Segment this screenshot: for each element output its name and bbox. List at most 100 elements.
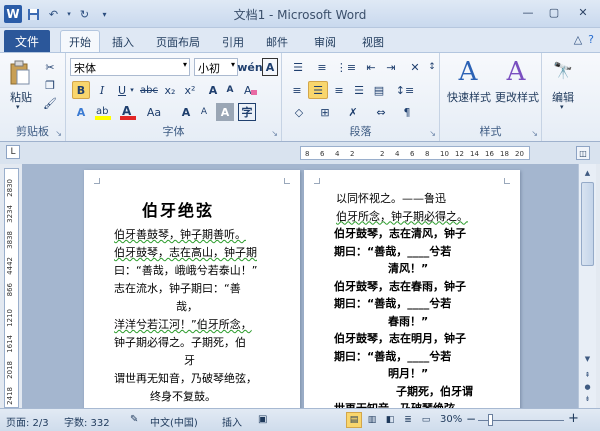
format-painter-icon[interactable]: 🖌 <box>42 95 58 111</box>
editing-dropdown-icon[interactable]: ▾ <box>560 103 564 111</box>
page1-line: 伯牙善鼓琴，钟子期善听。 <box>114 228 246 241</box>
vertical-ruler[interactable]: 2418 2018 1614 1210 866 4442 3838 3234 2830 <box>4 168 19 408</box>
font-size-dropdown-icon[interactable]: ▾ <box>231 60 235 69</box>
minimize-ribbon-icon[interactable]: △ <box>574 33 582 46</box>
tab-file[interactable]: 文件 <box>4 30 50 52</box>
styles-launcher-icon[interactable]: ↘ <box>531 129 538 138</box>
align-center-icon[interactable]: ☰ <box>308 81 328 99</box>
quick-styles-button[interactable]: 快速样式 <box>444 89 494 105</box>
paste-label[interactable]: 粘贴 <box>10 89 32 105</box>
paste-dropdown-icon[interactable]: ▾ <box>16 103 20 111</box>
page-count-status[interactable]: 页面: 2/3 <box>6 414 49 429</box>
scroll-thumb[interactable] <box>581 182 594 266</box>
ruler-row: L 8 6 4 2 2 4 6 8 10 12 14 16 18 20 ◫ <box>0 142 600 164</box>
close-button[interactable]: ✕ <box>570 3 596 21</box>
decrease-indent-icon[interactable]: ⇤ <box>362 58 380 76</box>
tab-page-layout[interactable]: 页面布局 <box>156 32 200 52</box>
zoom-slider-thumb[interactable] <box>487 414 493 426</box>
find-icon[interactable]: 🔭 <box>552 57 574 83</box>
distributed-icon[interactable]: ▤ <box>370 81 388 99</box>
zoom-level[interactable]: 30% <box>440 414 462 425</box>
full-screen-view-button[interactable]: ▥ <box>364 412 380 428</box>
clear-formatting-icon[interactable]: A <box>242 81 258 99</box>
change-styles-button[interactable]: 更改样式 <box>492 89 542 105</box>
proofing-icon[interactable]: ✎ <box>130 414 138 425</box>
web-layout-view-button[interactable]: ◧ <box>382 412 398 428</box>
page-2[interactable]: 以同怀视之。——鲁迅 伯牙所念，钟子期必得之。 伯牙鼓琴，志在清风，钟子 期曰：“善哉… <box>304 170 520 408</box>
sort-icon[interactable]: ↕ <box>426 58 438 76</box>
font-size-select[interactable]: 小初 ▾ <box>194 58 238 76</box>
enclose-character-icon[interactable]: 字 <box>238 103 256 121</box>
borders-icon[interactable]: ⊞ <box>314 103 336 121</box>
align-left-icon[interactable]: ≡ <box>288 81 306 99</box>
vertical-scrollbar[interactable]: ▲ ▼ ⇞ ● ⇟ <box>578 164 596 408</box>
shading-icon[interactable]: ◇ <box>288 103 310 121</box>
character-shading-button[interactable]: A <box>216 103 234 121</box>
draft-view-button[interactable]: ▭ <box>418 412 434 428</box>
underline-dropdown-icon[interactable]: ▾ <box>128 81 136 99</box>
highlight-color-icon[interactable]: ab <box>94 103 114 121</box>
paste-icon[interactable] <box>8 59 32 87</box>
bullets-icon[interactable]: ☰ <box>288 58 308 76</box>
tab-selector[interactable]: L <box>6 145 20 159</box>
phonetic-guide-icon[interactable]: wén <box>237 58 262 76</box>
tab-view[interactable]: 视图 <box>362 32 384 52</box>
distribute-text-icon[interactable]: ⇔ <box>370 103 392 121</box>
next-page-icon[interactable]: ⇟ <box>581 392 594 406</box>
superscript-button[interactable]: x² <box>182 81 198 99</box>
minimize-button[interactable]: — <box>518 3 538 21</box>
justify-icon[interactable]: ☰ <box>350 81 368 99</box>
zoom-out-button[interactable]: − <box>466 412 476 426</box>
grow-font-button[interactable]: A <box>204 81 222 99</box>
window-controls: — ▢ ✕ <box>518 3 596 21</box>
copy-icon[interactable]: ❐ <box>42 77 58 93</box>
numbering-icon[interactable]: ≡ <box>312 58 332 76</box>
shrink-font-2-button[interactable]: A <box>196 103 212 121</box>
view-ruler-button[interactable]: ◫ <box>576 146 590 160</box>
asian-typography-icon[interactable]: ✗ <box>342 103 364 121</box>
increase-indent-icon[interactable]: ⇥ <box>382 58 400 76</box>
font-color-icon[interactable]: A <box>118 103 138 121</box>
italic-button[interactable]: I <box>94 81 110 99</box>
line-spacing-icon[interactable]: ↕≡ <box>394 81 416 99</box>
macro-icon[interactable]: ▣ <box>258 414 267 425</box>
tab-insert[interactable]: 插入 <box>112 32 134 52</box>
font-name-dropdown-icon[interactable]: ▾ <box>183 60 187 69</box>
chinese-layout-icon[interactable]: ✕ <box>406 58 424 76</box>
language-status[interactable]: 中文(中国) <box>150 414 198 429</box>
maximize-button[interactable]: ▢ <box>544 3 564 21</box>
tab-home[interactable]: 开始 <box>60 30 100 52</box>
insert-mode-status[interactable]: 插入 <box>222 414 242 429</box>
strikethrough-button[interactable]: abc <box>138 81 160 99</box>
tab-mailings[interactable]: 邮件 <box>266 32 288 52</box>
print-layout-view-button[interactable]: ▤ <box>346 412 362 428</box>
show-marks-icon[interactable]: ¶ <box>398 103 416 121</box>
paragraph-launcher-icon[interactable]: ↘ <box>429 129 436 138</box>
grow-font-2-button[interactable]: A <box>178 103 194 121</box>
font-launcher-icon[interactable]: ↘ <box>271 129 278 138</box>
clipboard-launcher-icon[interactable]: ↘ <box>55 129 62 138</box>
scroll-down-icon[interactable]: ▼ <box>581 352 594 366</box>
font-name-select[interactable]: 宋体 ▾ <box>70 58 190 76</box>
subscript-button[interactable]: x₂ <box>162 81 178 99</box>
scroll-up-icon[interactable]: ▲ <box>581 166 594 180</box>
tab-review[interactable]: 审阅 <box>314 32 336 52</box>
help-icon[interactable]: ? <box>588 33 594 46</box>
align-right-icon[interactable]: ≡ <box>330 81 348 99</box>
multilevel-list-icon[interactable]: ⋮≡ <box>336 58 356 76</box>
character-border-icon[interactable]: A <box>262 58 278 76</box>
outline-view-button[interactable]: ≣ <box>400 412 416 428</box>
bold-button[interactable]: B <box>72 81 90 99</box>
horizontal-ruler[interactable]: 8 6 4 2 2 4 6 8 10 12 14 16 18 20 <box>300 146 530 160</box>
text-effects-icon[interactable]: A <box>72 103 90 121</box>
zoom-in-button[interactable]: + <box>568 411 579 426</box>
quick-styles-icon[interactable]: A <box>450 57 486 87</box>
change-case-button[interactable]: Aa <box>142 103 166 121</box>
word-count-status[interactable]: 字数: 332 <box>64 414 110 429</box>
cut-icon[interactable]: ✂ <box>42 59 58 75</box>
page1-line: 哉， <box>176 300 198 313</box>
page-1[interactable]: 伯牙绝弦 伯牙善鼓琴，钟子期善听。 伯牙鼓琴，志在高山，钟子期 曰：“善哉，峨峨兮若… <box>84 170 300 408</box>
change-styles-icon[interactable]: A <box>498 57 534 87</box>
tab-references[interactable]: 引用 <box>222 32 244 52</box>
shrink-font-button[interactable]: A <box>222 81 238 99</box>
